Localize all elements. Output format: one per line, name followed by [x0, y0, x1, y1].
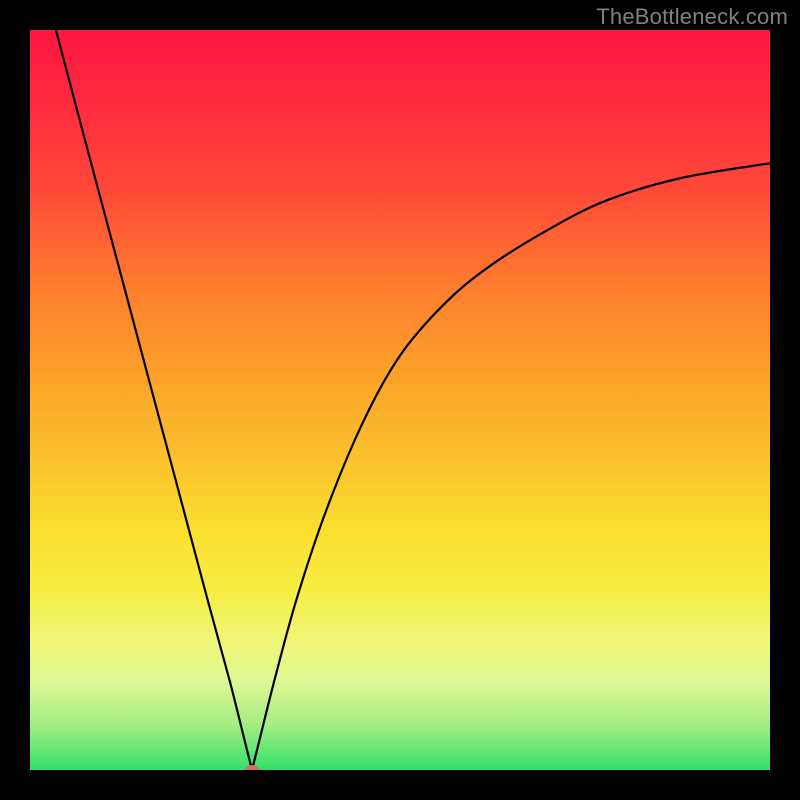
chart-frame: TheBottleneck.com [0, 0, 800, 800]
plot-area [30, 30, 770, 770]
watermark-text: TheBottleneck.com [596, 4, 788, 30]
minimum-marker-icon [245, 765, 259, 770]
bottleneck-curve [56, 30, 770, 770]
curve-svg [30, 30, 770, 770]
